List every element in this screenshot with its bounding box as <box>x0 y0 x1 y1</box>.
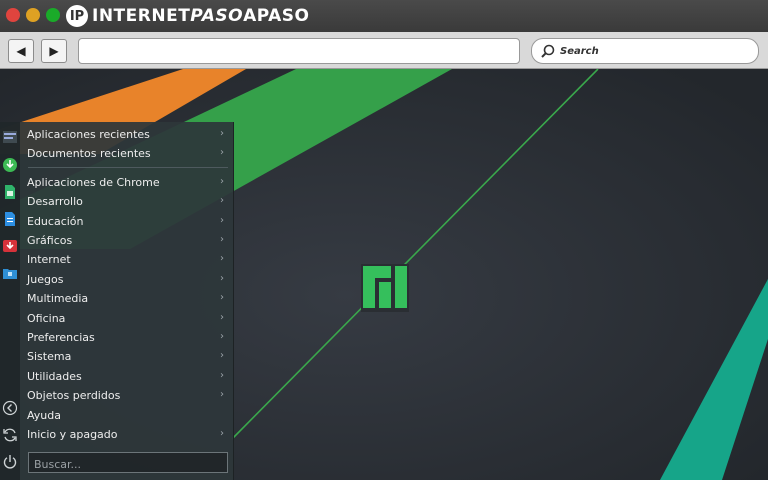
logo-text-start: INTERNET <box>92 6 191 26</box>
menu-item-label: Utilidades <box>27 370 82 383</box>
menu-item-label: Internet <box>27 253 71 266</box>
chevron-right-icon: › <box>220 195 224 206</box>
search-field[interactable]: Search <box>531 38 759 64</box>
menu-item-label: Oficina <box>27 312 66 325</box>
menu-item-inicio-y-apagado[interactable]: Inicio y apagado › <box>20 425 228 444</box>
search-label: Search <box>560 45 599 57</box>
menu-item-label: Gráficos <box>27 234 73 247</box>
logo-text-mid: PASO <box>190 6 244 26</box>
menu-item-label: Aplicaciones recientes <box>27 128 150 141</box>
browser-window: IP INTERNETPASOAPASO ◀ ▶ Search Aplicaci… <box>0 0 768 480</box>
menu-sidebar <box>0 122 20 480</box>
chevron-right-icon: › <box>220 312 224 323</box>
menu-search-box[interactable] <box>28 452 228 474</box>
menu-item-label: Educación <box>27 215 84 228</box>
settings-icon[interactable] <box>2 129 18 145</box>
manjaro-logo-icon <box>361 264 409 312</box>
chevron-right-icon: › <box>220 128 224 139</box>
menu-item-sistema[interactable]: Sistema › <box>20 347 228 366</box>
menu-item-label: Aplicaciones de Chrome <box>27 176 160 189</box>
chevron-right-icon: › <box>220 350 224 361</box>
menu-item-internet[interactable]: Internet › <box>20 250 228 269</box>
power-icon[interactable] <box>2 454 18 470</box>
menu-item-oficina[interactable]: Oficina › <box>20 309 228 328</box>
menu-separator <box>28 167 228 168</box>
chevron-right-icon: › <box>220 147 224 158</box>
chevron-right-icon: › <box>220 331 224 342</box>
search-icon <box>541 44 555 58</box>
menu-item-aplicaciones-de-chrome[interactable]: Aplicaciones de Chrome › <box>20 173 228 192</box>
folder-icon[interactable] <box>2 265 18 281</box>
chevron-right-icon: › <box>220 234 224 245</box>
menu-item-label: Juegos <box>27 273 64 286</box>
site-logo: IP INTERNETPASOAPASO <box>66 4 309 28</box>
menu-item-desarrollo[interactable]: Desarrollo › <box>20 192 228 211</box>
menu-item-educacion[interactable]: Educación › <box>20 212 228 231</box>
menu-item-label: Objetos perdidos <box>27 389 121 402</box>
spreadsheet-icon[interactable] <box>2 184 18 200</box>
chevron-right-icon: › <box>220 389 224 400</box>
menu-item-aplicaciones-recientes[interactable]: Aplicaciones recientes › <box>20 125 228 144</box>
chevron-right-icon: › <box>220 292 224 303</box>
menu-item-label: Ayuda <box>27 409 61 422</box>
chevron-right-icon: › <box>220 176 224 187</box>
forward-button[interactable]: ▶ <box>41 39 67 63</box>
logo-text: INTERNETPASOAPASO <box>92 6 309 26</box>
menu-item-label: Preferencias <box>27 331 95 344</box>
chevron-right-icon: › <box>220 273 224 284</box>
menu-item-label: Inicio y apagado <box>27 428 118 441</box>
logo-text-end: APASO <box>243 6 310 26</box>
address-bar[interactable] <box>78 38 520 64</box>
chevron-right-icon: › <box>220 253 224 264</box>
menu-item-label: Sistema <box>27 350 72 363</box>
download-icon[interactable] <box>2 157 18 173</box>
menu-item-label: Documentos recientes <box>27 147 151 160</box>
menu-item-label: Multimedia <box>27 292 89 305</box>
minimize-window-button[interactable] <box>26 8 40 22</box>
chevron-right-icon: › <box>220 428 224 439</box>
software-store-icon[interactable] <box>2 238 18 254</box>
document-icon[interactable] <box>2 211 18 227</box>
close-window-button[interactable] <box>6 8 20 22</box>
back-button[interactable]: ◀ <box>8 39 34 63</box>
refresh-icon[interactable] <box>2 427 18 443</box>
menu-item-juegos[interactable]: Juegos › <box>20 270 228 289</box>
logo-icon: IP <box>66 5 88 27</box>
application-menu: Aplicaciones recientes › Documentos recie… <box>0 122 234 480</box>
menu-search-input[interactable] <box>29 455 227 474</box>
menu-item-graficos[interactable]: Gráficos › <box>20 231 228 250</box>
maximize-window-button[interactable] <box>46 8 60 22</box>
menu-item-multimedia[interactable]: Multimedia › <box>20 289 228 308</box>
menu-item-objetos-perdidos[interactable]: Objetos perdidos › <box>20 386 228 405</box>
menu-item-ayuda[interactable]: Ayuda <box>20 406 228 425</box>
chevron-right-icon: › <box>220 215 224 226</box>
chevron-right-icon: › <box>220 370 224 381</box>
browser-toolbar: ◀ ▶ Search <box>0 32 768 69</box>
back-icon[interactable] <box>2 400 18 416</box>
menu-item-documentos-recientes[interactable]: Documentos recientes › <box>20 144 228 163</box>
title-bar: IP INTERNETPASOAPASO <box>0 0 768 32</box>
menu-item-utilidades[interactable]: Utilidades › <box>20 367 228 386</box>
menu-item-label: Desarrollo <box>27 195 83 208</box>
menu-item-preferencias[interactable]: Preferencias › <box>20 328 228 347</box>
